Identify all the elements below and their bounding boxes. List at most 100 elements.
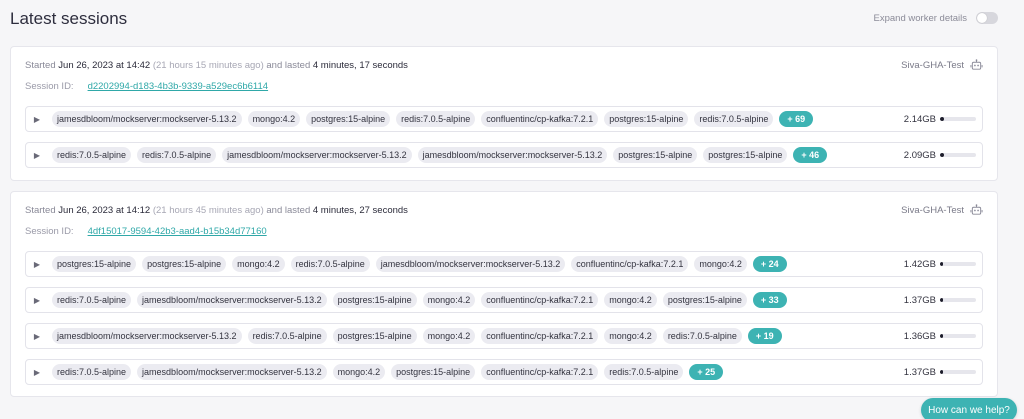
container-chip: redis:7.0.5-alpine — [396, 111, 476, 127]
container-chip: jamesdbloom/mockserver:mockserver-5.13.2 — [417, 147, 608, 163]
job-row[interactable]: ▶ redis:7.0.5-alpine redis:7.0.5-alpine … — [25, 142, 983, 168]
chevron-right-icon[interactable]: ▶ — [29, 328, 45, 344]
container-chip: postgres:15-alpine — [604, 111, 689, 127]
page-header: Latest sessions Expand worker details — [10, 0, 1014, 36]
lasted-prefix: and lasted — [266, 59, 311, 71]
container-chip: jamesdbloom/mockserver:mockserver-5.13.2 — [52, 328, 242, 344]
page-title: Latest sessions — [10, 9, 128, 28]
started-at: Jun 26, 2023 at 14:12 — [58, 204, 151, 216]
container-chip: confluentinc/cp-kafka:7.2.1 — [481, 292, 599, 308]
session-id-row: Session ID: 4df15017-9594-42b3-aad4-b15b… — [25, 224, 267, 238]
container-chip: mongo:4.2 — [247, 111, 301, 127]
container-chip: mongo:4.2 — [232, 256, 285, 272]
container-chip: mongo:4.2 — [694, 256, 747, 272]
chevron-right-icon[interactable]: ▶ — [29, 364, 45, 380]
lasted-prefix: and lasted — [266, 204, 311, 216]
job-row[interactable]: ▶ redis:7.0.5-alpine jamesdbloom/mockser… — [25, 359, 983, 385]
container-chip: redis:7.0.5-alpine — [662, 328, 742, 344]
session-id-link[interactable]: d2202994-d183-4b3b-9339-a529ec6b6114 — [88, 81, 269, 92]
robot-icon — [970, 58, 983, 70]
session-id-row: Session ID: d2202994-d183-4b3b-9339-a529… — [25, 79, 268, 93]
container-chips: redis:7.0.5-alpine redis:7.0.5-alpine ja… — [52, 147, 900, 163]
started-at: Jun 26, 2023 at 14:42 — [58, 59, 151, 71]
container-chip: redis:7.0.5-alpine — [290, 256, 370, 272]
chevron-right-icon[interactable]: ▶ — [29, 292, 45, 308]
started-relative: (21 hours 45 minutes ago) — [152, 204, 264, 216]
expand-worker-details: Expand worker details — [874, 12, 998, 24]
session-duration: 4 minutes, 17 seconds — [312, 59, 408, 71]
more-containers-badge[interactable]: + 25 — [689, 364, 724, 380]
memory-usage-bar — [940, 298, 976, 302]
container-chip: redis:7.0.5-alpine — [694, 111, 774, 127]
container-chip: redis:7.0.5-alpine — [52, 364, 132, 380]
job-row[interactable]: ▶ redis:7.0.5-alpine jamesdbloom/mockser… — [25, 287, 983, 313]
started-prefix: Started — [25, 204, 56, 216]
container-chip: jamesdbloom/mockserver:mockserver-5.13.2 — [52, 111, 242, 127]
more-containers-badge[interactable]: + 46 — [793, 147, 828, 163]
container-chips: jamesdbloom/mockserver:mockserver-5.13.2… — [52, 328, 900, 344]
session-id-label: Session ID: — [25, 225, 74, 237]
chevron-right-icon[interactable]: ▶ — [29, 256, 45, 272]
toggle-knob — [977, 13, 987, 23]
container-chip: confluentinc/cp-kafka:7.2.1 — [481, 111, 599, 127]
container-chip: jamesdbloom/mockserver:mockserver-5.13.2 — [375, 256, 566, 272]
more-containers-badge[interactable]: + 19 — [747, 328, 782, 344]
container-chip: postgres:15-alpine — [52, 256, 137, 272]
worker-name: Siva-GHA-Test — [901, 58, 983, 72]
session-card: Started Jun 26, 2023 at 14:42 (21 hours … — [10, 46, 998, 181]
job-row[interactable]: ▶ jamesdbloom/mockserver:mockserver-5.13… — [25, 323, 983, 349]
container-chip: mongo:4.2 — [422, 328, 476, 344]
robot-icon — [970, 203, 983, 215]
session-header: Started Jun 26, 2023 at 14:42 (21 hours … — [25, 57, 983, 73]
session-id-link[interactable]: 4df15017-9594-42b3-aad4-b15b34d77160 — [88, 226, 267, 237]
container-chips: jamesdbloom/mockserver:mockserver-5.13.2… — [52, 111, 900, 127]
started-relative: (21 hours 15 minutes ago) — [152, 59, 264, 71]
container-chip: mongo:4.2 — [604, 328, 657, 344]
container-chip: postgres:15-alpine — [142, 256, 227, 272]
session-started-text: Started Jun 26, 2023 at 14:42 (21 hours … — [25, 60, 408, 71]
help-chat-button[interactable]: How can we help? — [921, 398, 1017, 419]
memory-usage-value: 1.42GB — [903, 258, 936, 270]
job-row[interactable]: ▶ jamesdbloom/mockserver:mockserver-5.13… — [25, 106, 983, 132]
more-containers-badge[interactable]: + 69 — [779, 111, 814, 127]
container-chip: mongo:4.2 — [332, 364, 386, 380]
memory-usage-value: 2.09GB — [903, 149, 936, 161]
container-chip: redis:7.0.5-alpine — [52, 147, 132, 163]
expand-worker-details-toggle[interactable] — [976, 12, 998, 24]
container-chips: postgres:15-alpine postgres:15-alpine mo… — [52, 256, 900, 272]
container-chip: confluentinc/cp-kafka:7.2.1 — [481, 328, 599, 344]
memory-usage-value: 1.37GB — [903, 366, 936, 378]
memory-usage: 2.09GB — [900, 150, 976, 161]
container-chip: mongo:4.2 — [604, 292, 657, 308]
memory-usage-value: 2.14GB — [903, 113, 936, 125]
container-chip: postgres:15-alpine — [613, 147, 698, 163]
memory-usage: 1.37GB — [900, 367, 976, 378]
session-header: Started Jun 26, 2023 at 14:12 (21 hours … — [25, 202, 983, 218]
container-chips: redis:7.0.5-alpine jamesdbloom/mockserve… — [52, 364, 900, 380]
container-chip: redis:7.0.5-alpine — [247, 328, 327, 344]
container-chip: confluentinc/cp-kafka:7.2.1 — [571, 256, 689, 272]
chevron-right-icon[interactable]: ▶ — [29, 111, 45, 127]
job-row[interactable]: ▶ postgres:15-alpine postgres:15-alpine … — [25, 251, 983, 277]
container-chip: postgres:15-alpine — [662, 292, 747, 308]
container-chip: redis:7.0.5-alpine — [52, 292, 132, 308]
memory-usage-fill — [940, 298, 943, 302]
memory-usage-bar — [940, 334, 976, 338]
container-chip: jamesdbloom/mockserver:mockserver-5.13.2 — [137, 292, 327, 308]
more-containers-badge[interactable]: + 33 — [752, 292, 787, 308]
container-chip: redis:7.0.5-alpine — [137, 147, 217, 163]
memory-usage-fill — [940, 153, 945, 157]
memory-usage-fill — [940, 370, 943, 374]
session-card: Started Jun 26, 2023 at 14:12 (21 hours … — [10, 191, 998, 397]
memory-usage-bar — [940, 117, 976, 121]
container-chip: postgres:15-alpine — [306, 111, 391, 127]
memory-usage: 1.36GB — [900, 331, 976, 342]
memory-usage-fill — [940, 117, 945, 121]
more-containers-badge[interactable]: + 24 — [752, 256, 787, 272]
container-chips: redis:7.0.5-alpine jamesdbloom/mockserve… — [52, 292, 900, 308]
memory-usage-bar — [940, 370, 976, 374]
container-chip: confluentinc/cp-kafka:7.2.1 — [481, 364, 599, 380]
chevron-right-icon[interactable]: ▶ — [29, 147, 45, 163]
memory-usage-bar — [940, 153, 976, 157]
memory-usage: 1.42GB — [900, 259, 976, 270]
